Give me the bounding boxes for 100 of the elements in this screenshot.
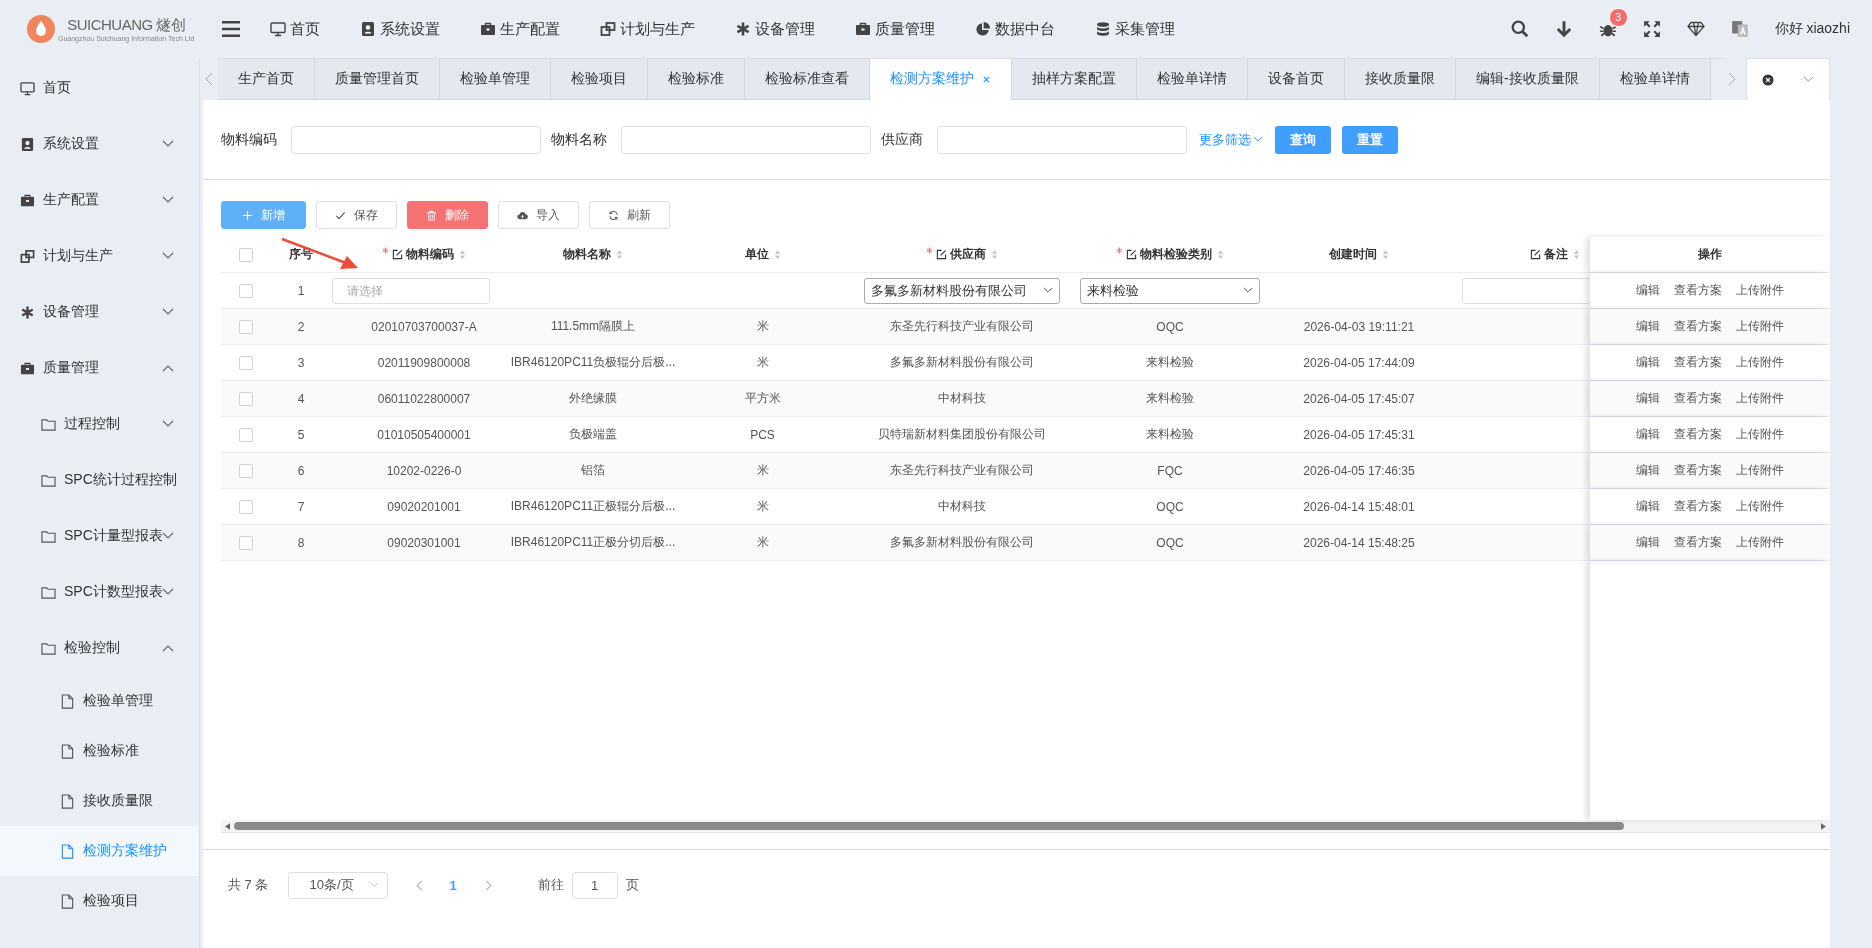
row-action-link[interactable]: 上传附件 — [1736, 534, 1784, 551]
row-action-link[interactable]: 编辑 — [1636, 282, 1660, 299]
row-action-link[interactable]: 上传附件 — [1736, 354, 1784, 371]
row-action-link[interactable]: 上传附件 — [1736, 282, 1784, 299]
column-header[interactable]: 创建时间 — [1272, 237, 1446, 272]
tab[interactable]: 检验单详情 — [1137, 59, 1248, 100]
fullscreen-icon[interactable] — [1642, 20, 1661, 38]
tab[interactable]: 接收质量限 — [1345, 59, 1456, 100]
page-jump-field[interactable]: 1 — [571, 871, 618, 899]
close-circle-icon[interactable] — [1761, 73, 1774, 86]
tab[interactable]: 检验单详情 — [1599, 59, 1711, 100]
row-action-link[interactable]: 编辑 — [1636, 318, 1660, 335]
tab[interactable]: 生产首页 — [218, 59, 315, 100]
sidebar-item[interactable]: SPC计数型报表 — [0, 564, 199, 620]
row-action-link[interactable]: 上传附件 — [1736, 498, 1784, 515]
user-greeting[interactable]: 你好 xiaozhi — [1774, 20, 1850, 38]
column-header[interactable]: 物料名称 — [516, 237, 670, 272]
menu-icon[interactable] — [220, 20, 242, 38]
scroll-right-icon[interactable] — [1821, 822, 1826, 830]
tab[interactable]: 编辑-接收质量限 — [1456, 59, 1600, 100]
column-header[interactable]: 物料编码 — [332, 237, 516, 272]
row-checkbox[interactable] — [238, 391, 253, 406]
row-action-link[interactable]: 查看方案 — [1674, 282, 1722, 299]
sidebar-item[interactable]: 检验单管理 — [0, 676, 199, 726]
column-header[interactable]: 备注 — [1446, 237, 1590, 272]
category-select[interactable]: 来料检验 — [1080, 277, 1260, 304]
row-action-link[interactable]: 编辑 — [1636, 354, 1660, 371]
tab[interactable]: 检验单管理 — [440, 59, 551, 100]
top-nav-item[interactable]: 生产配置 — [480, 19, 560, 39]
top-nav-item[interactable]: 采集管理 — [1095, 19, 1175, 39]
top-nav-item[interactable]: 系统设置 — [360, 19, 440, 39]
row-action-link[interactable]: 查看方案 — [1674, 354, 1722, 371]
sidebar-item[interactable]: 首页 — [0, 60, 199, 116]
tab[interactable]: 质量管理首页 — [315, 59, 440, 100]
sidebar-item[interactable]: 接收质量限 — [0, 776, 199, 826]
row-action-link[interactable]: 编辑 — [1636, 462, 1660, 479]
sidebar-item[interactable]: 检验项目 — [0, 876, 199, 926]
column-header[interactable]: 供应商 — [855, 237, 1068, 272]
row-action-link[interactable]: 上传附件 — [1736, 390, 1784, 407]
row-action-link[interactable]: 上传附件 — [1736, 426, 1784, 443]
filter-input[interactable] — [291, 125, 541, 154]
top-nav-item[interactable]: 计划与生产 — [600, 19, 695, 39]
previous-page-icon[interactable] — [416, 879, 424, 891]
sidebar-item[interactable]: 设备管理 — [0, 284, 199, 340]
sidebar-item[interactable]: 系统设置 — [0, 116, 199, 172]
tab[interactable]: 抽样方案配置 — [1012, 59, 1137, 100]
toolbar-button[interactable]: 保存 — [316, 201, 397, 229]
row-checkbox[interactable] — [238, 463, 253, 478]
row-action-link[interactable]: 查看方案 — [1674, 318, 1722, 335]
column-header[interactable]: 操作 — [1590, 237, 1830, 272]
sidebar-item[interactable]: 生产配置 — [0, 172, 199, 228]
row-checkbox[interactable] — [238, 283, 253, 298]
translate-icon[interactable] — [1730, 20, 1749, 38]
row-action-link[interactable]: 编辑 — [1636, 426, 1660, 443]
toolbar-button[interactable]: 刷新 — [589, 201, 670, 229]
download-arrow-icon[interactable] — [1554, 20, 1573, 38]
page-size-select[interactable]: 10条/页 — [288, 871, 389, 899]
filter-input[interactable] — [937, 125, 1187, 154]
sidebar-item[interactable]: 检验标准 — [0, 726, 199, 776]
row-action-link[interactable]: 查看方案 — [1674, 426, 1722, 443]
scroll-left-icon[interactable] — [225, 822, 230, 830]
top-nav-item[interactable]: 数据中台 — [975, 19, 1055, 39]
row-checkbox[interactable] — [238, 355, 253, 370]
diamond-icon[interactable] — [1686, 20, 1705, 38]
row-checkbox[interactable] — [238, 427, 253, 442]
filter-input[interactable] — [621, 125, 871, 154]
row-action-link[interactable]: 编辑 — [1636, 498, 1660, 515]
row-action-link[interactable]: 查看方案 — [1674, 462, 1722, 479]
row-checkbox[interactable] — [238, 319, 253, 334]
row-action-link[interactable]: 上传附件 — [1736, 462, 1784, 479]
sidebar-item[interactable]: SPC计量型报表 — [0, 508, 199, 564]
chevron-down-icon[interactable] — [1803, 76, 1815, 83]
row-action-link[interactable]: 上传附件 — [1736, 318, 1784, 335]
row-action-link[interactable]: 编辑 — [1636, 390, 1660, 407]
remark-field[interactable] — [1462, 277, 1590, 304]
top-nav-item[interactable]: 质量管理 — [855, 19, 935, 39]
close-icon[interactable] — [982, 74, 991, 84]
column-header[interactable]: 单位 — [670, 237, 855, 272]
top-nav-item[interactable]: 设备管理 — [735, 19, 815, 39]
row-action-link[interactable]: 查看方案 — [1674, 534, 1722, 551]
next-page-icon[interactable] — [484, 879, 492, 891]
sidebar-item[interactable]: SPC统计过程控制 — [0, 452, 199, 508]
tab[interactable]: 检验标准 — [648, 59, 745, 100]
sidebar-item[interactable]: 计划与生产 — [0, 228, 199, 284]
tab[interactable]: 检验标准查看 — [745, 59, 870, 100]
sidebar-item[interactable]: 检验控制 — [0, 620, 199, 676]
row-checkbox[interactable] — [238, 499, 253, 514]
row-action-link[interactable]: 查看方案 — [1674, 390, 1722, 407]
column-header[interactable]: 物料检验类别 — [1068, 237, 1272, 272]
row-checkbox[interactable] — [238, 247, 253, 262]
search-icon[interactable] — [1510, 20, 1529, 38]
horizontal-scrollbar[interactable] — [221, 820, 1830, 833]
material-code-field[interactable]: 请选择 — [332, 277, 490, 304]
row-checkbox[interactable] — [238, 535, 253, 550]
supplier-select[interactable]: 多氟多新材料股份有限公司 — [863, 277, 1060, 304]
row-action-link[interactable]: 编辑 — [1636, 534, 1660, 551]
sidebar-item[interactable]: 过程控制 — [0, 396, 199, 452]
toolbar-button[interactable]: 导入 — [498, 201, 579, 229]
row-action-link[interactable]: 查看方案 — [1674, 498, 1722, 515]
tab[interactable]: 检验项目 — [551, 59, 648, 100]
